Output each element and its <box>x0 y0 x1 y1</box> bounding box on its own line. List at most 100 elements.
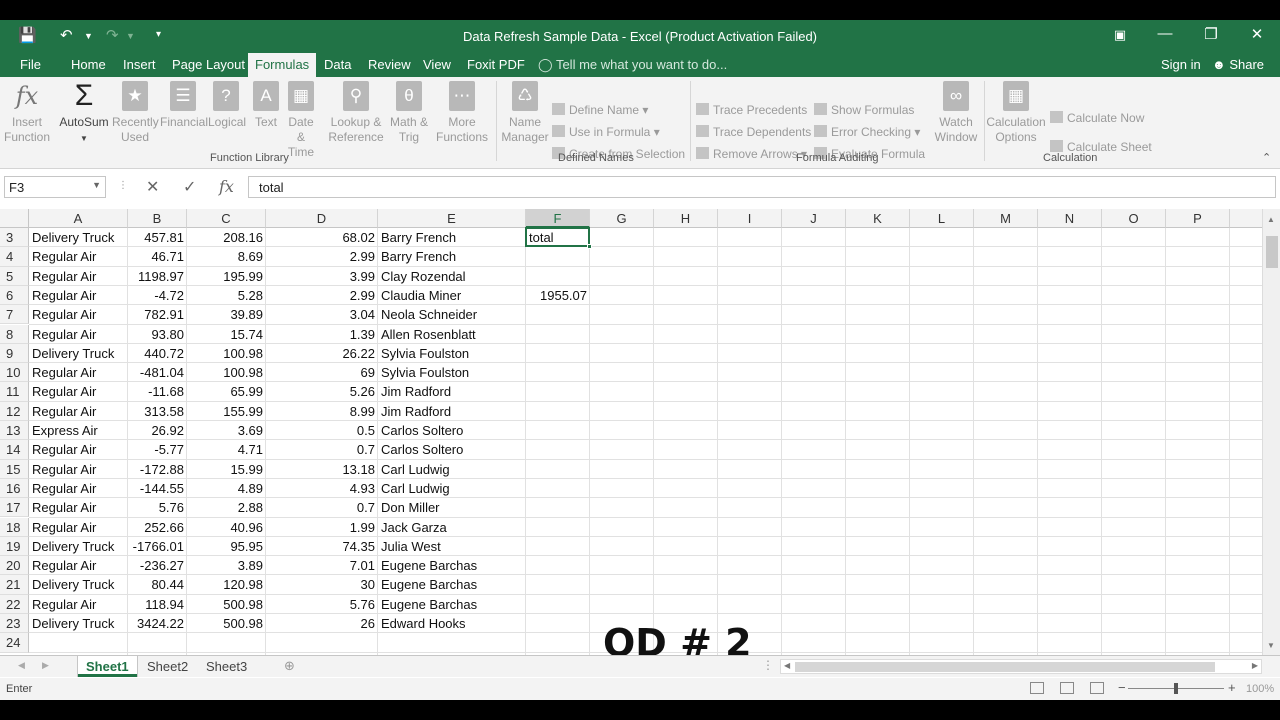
tab-home[interactable]: Home <box>71 57 106 72</box>
cell-a4[interactable]: Regular Air <box>32 249 125 264</box>
collapse-ribbon-icon[interactable]: ⌃ <box>1262 151 1271 164</box>
name-box[interactable]: F3 ▼ <box>4 176 106 198</box>
cell-e21[interactable]: Eugene Barchas <box>381 577 477 592</box>
prev-sheet-icon[interactable]: ◀ <box>18 660 25 671</box>
scroll-right-icon[interactable]: ▶ <box>1252 661 1258 670</box>
cell-e10[interactable]: Sylvia Foulston <box>381 365 469 380</box>
cell-e17[interactable]: Don Miller <box>381 500 440 515</box>
new-sheet-icon[interactable]: ⊕ <box>284 658 295 674</box>
cell-a16[interactable]: Regular Air <box>32 481 125 496</box>
cell-d20[interactable]: 7.01 <box>269 558 375 573</box>
cell-b5[interactable]: 1198.97 <box>131 269 184 284</box>
cell-b7[interactable]: 782.91 <box>131 307 184 322</box>
zoom-out-icon[interactable]: − <box>1118 680 1126 695</box>
minimize-icon[interactable]: — <box>1150 25 1180 42</box>
cell-a12[interactable]: Regular Air <box>32 404 125 419</box>
column-header-d[interactable]: D <box>266 209 378 228</box>
row-header[interactable]: 17 <box>0 498 29 518</box>
column-header-o[interactable]: O <box>1102 209 1166 228</box>
row-header[interactable]: 6 <box>0 285 29 306</box>
trace-precedents-button[interactable]: Trace Precedents <box>696 103 807 117</box>
cell-d5[interactable]: 3.99 <box>269 269 375 284</box>
cell-b15[interactable]: -172.88 <box>131 462 184 477</box>
cell-d22[interactable]: 5.76 <box>269 597 375 612</box>
cell-c8[interactable]: 15.74 <box>190 327 263 342</box>
cell-c10[interactable]: 100.98 <box>190 365 263 380</box>
cell-e4[interactable]: Barry French <box>381 249 456 264</box>
error-checking-button[interactable]: Error Checking ▾ <box>814 125 920 139</box>
recently-used-button[interactable]: ★ Recently Used <box>112 81 159 145</box>
cell-b22[interactable]: 118.94 <box>131 597 184 612</box>
cell-b19[interactable]: -1766.01 <box>131 539 184 554</box>
cell-d14[interactable]: 0.7 <box>269 442 375 457</box>
page-break-view-icon[interactable] <box>1090 682 1104 694</box>
cell-d21[interactable]: 30 <box>269 577 375 592</box>
cell-c13[interactable]: 3.69 <box>190 423 263 438</box>
row-header[interactable]: 5 <box>0 266 29 286</box>
row-header[interactable]: 8 <box>0 324 29 344</box>
share-button[interactable]: ☻ Share <box>1212 57 1264 72</box>
tab-file[interactable]: File <box>20 57 41 72</box>
cell-a10[interactable]: Regular Air <box>32 365 125 380</box>
scroll-down-icon[interactable]: ▼ <box>1267 641 1275 650</box>
cell-e19[interactable]: Julia West <box>381 539 441 554</box>
column-header-partial[interactable] <box>1230 209 1262 228</box>
cell-d9[interactable]: 26.22 <box>269 346 375 361</box>
cell-d4[interactable]: 2.99 <box>269 249 375 264</box>
tab-formulas[interactable]: Formulas <box>248 53 317 77</box>
scroll-left-icon[interactable]: ◀ <box>784 661 790 670</box>
column-header-g[interactable]: G <box>590 209 654 228</box>
cell-e13[interactable]: Carlos Soltero <box>381 423 463 438</box>
cell-d19[interactable]: 74.35 <box>269 539 375 554</box>
logical-button[interactable]: ? Logical <box>208 81 246 130</box>
cell-c19[interactable]: 95.95 <box>190 539 263 554</box>
tab-view[interactable]: View <box>423 57 451 72</box>
cell-b18[interactable]: 252.66 <box>131 520 184 535</box>
cell-a14[interactable]: Regular Air <box>32 442 125 457</box>
cell-e6[interactable]: Claudia Miner <box>381 288 461 303</box>
tab-review[interactable]: Review <box>368 57 411 72</box>
cell-c22[interactable]: 500.98 <box>190 597 263 612</box>
cell-a9[interactable]: Delivery Truck <box>32 346 125 361</box>
cell-b8[interactable]: 93.80 <box>131 327 184 342</box>
cell-b13[interactable]: 26.92 <box>131 423 184 438</box>
cell-b20[interactable]: -236.27 <box>131 558 184 573</box>
cell-c15[interactable]: 15.99 <box>190 462 263 477</box>
name-manager-button[interactable]: ♺ Name Manager <box>500 81 550 145</box>
row-header[interactable]: 18 <box>0 517 29 537</box>
cell-a22[interactable]: Regular Air <box>32 597 125 612</box>
tab-split-grip-icon[interactable]: ⋮ <box>762 658 774 672</box>
cell-e8[interactable]: Allen Rosenblatt <box>381 327 476 342</box>
cell-c9[interactable]: 100.98 <box>190 346 263 361</box>
row-header[interactable]: 14 <box>0 440 29 460</box>
next-sheet-icon[interactable]: ▶ <box>42 660 49 671</box>
column-header-l[interactable]: L <box>910 209 974 228</box>
cell-c23[interactable]: 500.98 <box>190 616 263 631</box>
cell-a6[interactable]: Regular Air <box>32 288 125 303</box>
cell-b6[interactable]: -4.72 <box>131 288 184 303</box>
cell-d7[interactable]: 3.04 <box>269 307 375 322</box>
row-header[interactable]: 7 <box>0 305 29 325</box>
column-header-a[interactable]: A <box>29 209 128 228</box>
cell-d18[interactable]: 1.99 <box>269 520 375 535</box>
cell-b11[interactable]: -11.68 <box>131 384 184 399</box>
cell-d17[interactable]: 0.7 <box>269 500 375 515</box>
cell-b4[interactable]: 46.71 <box>131 249 184 264</box>
cell-b9[interactable]: 440.72 <box>131 346 184 361</box>
horizontal-scroll-thumb[interactable] <box>795 662 1215 672</box>
cell-e18[interactable]: Jack Garza <box>381 520 447 535</box>
fill-handle[interactable] <box>587 244 592 250</box>
cell-b3[interactable]: 457.81 <box>131 230 184 245</box>
column-header-b[interactable]: B <box>128 209 187 228</box>
row-header[interactable]: 19 <box>0 536 29 557</box>
row-header[interactable]: 23 <box>0 614 29 634</box>
row-header[interactable]: 22 <box>0 594 29 614</box>
cell-d16[interactable]: 4.93 <box>269 481 375 496</box>
trace-dependents-button[interactable]: Trace Dependents <box>696 125 811 139</box>
cell-a13[interactable]: Express Air <box>32 423 125 438</box>
cell-e5[interactable]: Clay Rozendal <box>381 269 466 284</box>
tell-me-box[interactable]: ◯ Tell me what you want to do... <box>538 57 727 73</box>
cell-b17[interactable]: 5.76 <box>131 500 184 515</box>
row-header[interactable]: 3 <box>0 228 29 248</box>
cell-e12[interactable]: Jim Radford <box>381 404 451 419</box>
